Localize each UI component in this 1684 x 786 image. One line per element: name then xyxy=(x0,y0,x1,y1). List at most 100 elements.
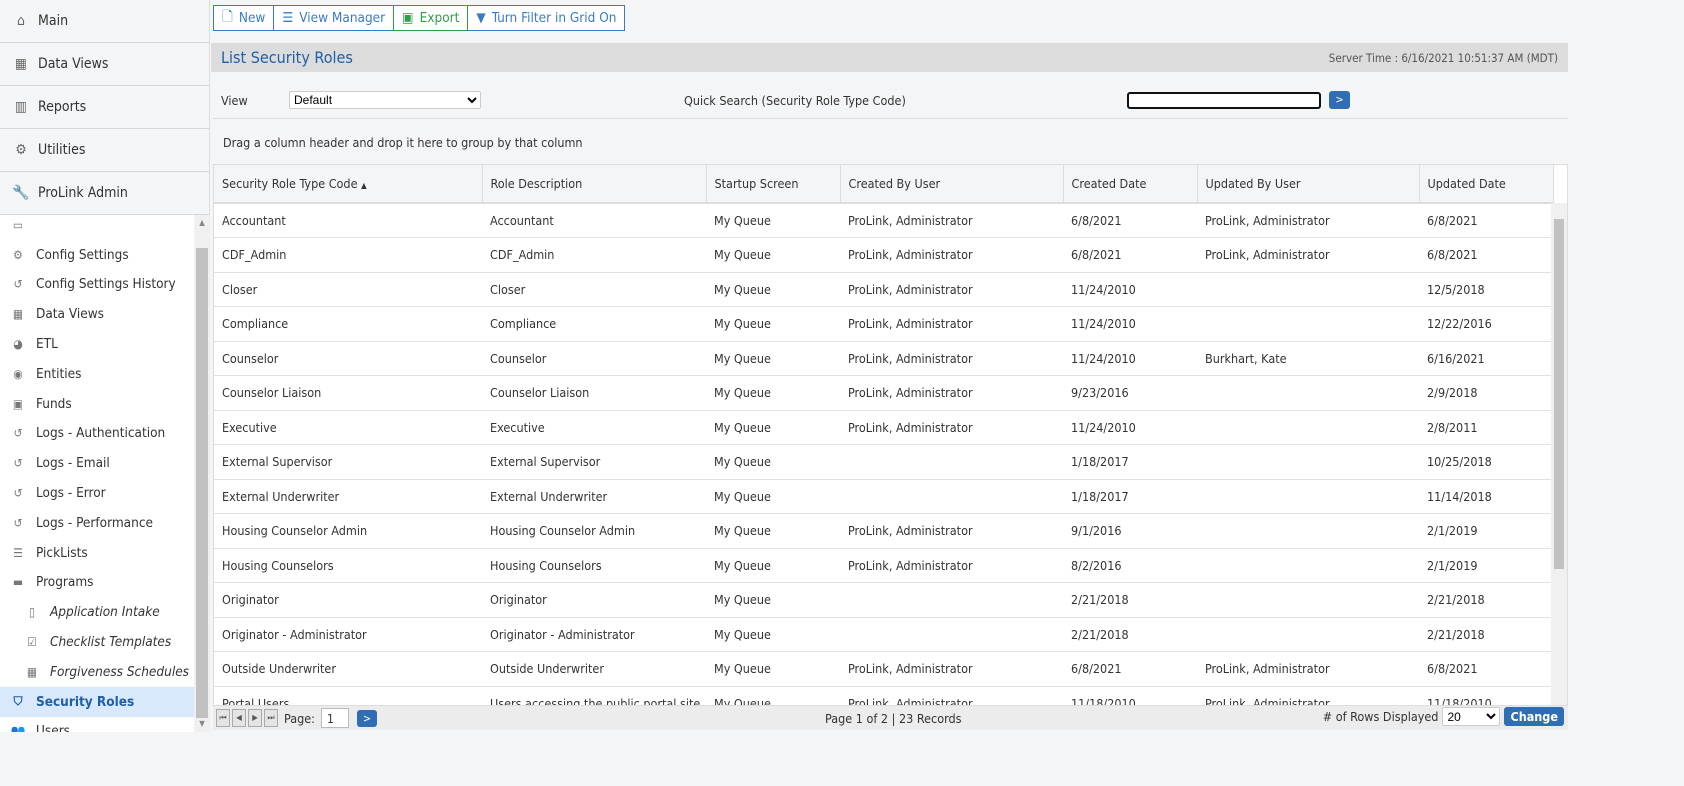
table-cell: 2/8/2011 xyxy=(1419,410,1553,445)
image-icon: ▭ xyxy=(12,217,24,232)
rows-select[interactable]: 20 xyxy=(1442,707,1501,726)
sidebar-item-item[interactable]: ▭ xyxy=(0,215,194,240)
grid-scrollbar[interactable] xyxy=(1551,203,1567,705)
table-cell: CDF_Admin xyxy=(482,237,706,273)
table-row[interactable]: Counselor Liaison Counselor Liaison My Que… xyxy=(214,375,1553,411)
table-cell: Housing Counselor Admin xyxy=(214,513,482,549)
gears-icon: ⚙ xyxy=(13,247,23,262)
sidebar-scrollbar[interactable]: ▲ ▼ xyxy=(194,215,210,732)
table-row[interactable]: Outside Underwriter Outside Underwriter My… xyxy=(214,651,1553,687)
column-header[interactable]: Updated Date xyxy=(1419,165,1554,204)
sidebar-item-funds[interactable]: ▣ Funds xyxy=(0,389,194,419)
view-manager-button[interactable]: ☰ View Manager xyxy=(273,5,395,31)
table-row[interactable]: Housing Counselor Admin Housing Counselor… xyxy=(214,513,1553,549)
scroll-thumb[interactable] xyxy=(196,248,208,718)
view-row: View Default Quick Search (Security Role… xyxy=(221,90,1561,110)
table-cell: 10/25/2018 xyxy=(1419,444,1553,480)
table-row[interactable]: External Underwriter External Underwriter… xyxy=(214,479,1553,514)
sidebar-item-etl[interactable]: ◕ ETL xyxy=(0,329,194,359)
column-header[interactable]: Updated By User xyxy=(1197,165,1420,204)
table-cell: My Queue xyxy=(706,444,840,480)
last-page-button[interactable]: ⏭ xyxy=(264,709,278,727)
page-go-button[interactable]: > xyxy=(356,709,377,727)
server-time: Server Time : 6/16/2021 10:51:37 AM (MDT… xyxy=(1328,50,1558,65)
sidebar-item-application-intake[interactable]: ▯ Application Intake xyxy=(0,597,194,627)
sidebar-item-security-roles[interactable]: ⛉ Security Roles xyxy=(0,686,194,717)
scroll-up-arrow[interactable]: ▲ xyxy=(194,215,210,231)
page-info: Page 1 of 2 | 23 Records xyxy=(825,711,962,726)
quick-search-go-button[interactable]: > xyxy=(1329,91,1350,109)
table-cell: 6/8/2021 xyxy=(1063,203,1197,238)
column-header[interactable]: Role Description xyxy=(482,165,707,204)
table-cell: External Underwriter xyxy=(214,479,482,514)
table-row[interactable]: Executive Executive My Queue ProLink, Admin… xyxy=(214,410,1553,445)
sidebar-item-programs[interactable]: ▬ Programs xyxy=(0,568,194,598)
nav-utilities[interactable]: ⚙ Utilities xyxy=(0,129,209,172)
page-title: List Security Roles xyxy=(221,48,353,67)
table-cell: ProLink, Administrator xyxy=(840,306,1063,342)
column-header[interactable]: Security Role Type Code ▲ xyxy=(214,165,483,204)
nav-prolink-admin[interactable]: 🔧 ProLink Admin xyxy=(0,172,209,215)
sidebar-item-logs---error[interactable]: ↺ Logs - Error xyxy=(0,478,194,508)
table-cell xyxy=(840,617,1063,652)
sidebar-item-picklists[interactable]: ☰ PickLists xyxy=(0,538,194,568)
table-row[interactable]: Accountant Accountant My Queue ProLink, Adm… xyxy=(214,203,1553,238)
column-header[interactable]: Created Date xyxy=(1063,165,1198,204)
table-row[interactable]: CDF_Admin CDF_Admin My Queue ProLink, Admin… xyxy=(214,237,1553,273)
table-cell: My Queue xyxy=(706,479,840,514)
sidebar-item-config-settings[interactable]: ⚙ Config Settings xyxy=(0,240,194,270)
home-icon: ⌂ xyxy=(17,13,25,29)
table-cell: ProLink, Administrator xyxy=(840,203,1063,238)
table-cell xyxy=(840,444,1063,480)
filter-toggle-button[interactable]: ▼ Turn Filter in Grid On xyxy=(467,5,626,31)
view-select[interactable]: Default xyxy=(289,91,481,109)
nav-reports[interactable]: ▥ Reports xyxy=(0,86,209,129)
sidebar-item-logs---performance[interactable]: ↺ Logs - Performance xyxy=(0,508,194,538)
table-row[interactable]: Originator Originator My Queue 2/21/2018 2/2… xyxy=(214,582,1553,618)
nav-data-views[interactable]: ▦ Data Views xyxy=(0,43,209,86)
table-row[interactable]: Housing Counselors Housing Counselors My Q… xyxy=(214,548,1553,583)
grid-scroll-thumb[interactable] xyxy=(1554,219,1564,569)
next-page-button[interactable]: ▶ xyxy=(248,709,262,727)
table-row[interactable]: Counselor Counselor My Queue ProLink, Admin… xyxy=(214,341,1553,376)
sidebar-item-config-settings-history[interactable]: ↺ Config Settings History xyxy=(0,270,194,300)
bar-chart-icon: ▥ xyxy=(15,99,27,115)
new-button[interactable]: 🗋 New xyxy=(213,5,275,31)
sidebar-item-logs---email[interactable]: ↺ Logs - Email xyxy=(0,448,194,478)
table-row[interactable]: Closer Closer My Queue ProLink, Administrat… xyxy=(214,272,1553,307)
group-drop-area[interactable]: Drag a column header and drop it here to… xyxy=(213,118,1568,164)
table-row[interactable]: External Supervisor External Supervisor My… xyxy=(214,444,1553,480)
rows-label: # of Rows Displayed xyxy=(1322,709,1439,724)
table-cell: Counselor xyxy=(214,341,482,376)
table-row[interactable]: Originator - Administrator Originator - A… xyxy=(214,617,1553,652)
filter-icon: ▼ xyxy=(476,10,486,26)
sidebar-item-checklist-templates[interactable]: ☑ Checklist Templates xyxy=(0,627,194,657)
prev-page-button[interactable]: ◀ xyxy=(232,709,246,727)
nav-main[interactable]: ⌂ Main xyxy=(0,0,209,43)
table-cell: My Queue xyxy=(706,375,840,411)
sidebar-item-entities[interactable]: ◉ Entities xyxy=(0,359,194,389)
table-row[interactable]: Compliance Compliance My Queue ProLink, Adm… xyxy=(214,306,1553,342)
table-cell: 6/8/2021 xyxy=(1063,651,1197,687)
table-cell xyxy=(1197,444,1419,480)
first-page-button[interactable]: ⏮ xyxy=(216,709,230,727)
sidebar-item-data-views[interactable]: ▦ Data Views xyxy=(0,299,194,329)
export-button[interactable]: ▣ Export xyxy=(393,5,469,31)
table-cell xyxy=(1197,617,1419,652)
table-cell: 12/22/2016 xyxy=(1419,306,1553,342)
scroll-down-arrow[interactable]: ▼ xyxy=(194,716,210,732)
table-cell: Users accessing the public portal site xyxy=(482,686,706,705)
sidebar-item-users[interactable]: 👥 Users xyxy=(0,717,194,732)
table-row[interactable]: Portal Users Users accessing the public p… xyxy=(214,686,1553,705)
page-input[interactable]: 1 xyxy=(320,708,349,728)
table-cell: My Queue xyxy=(706,306,840,342)
sidebar-item-forgiveness-schedules[interactable]: ▦ Forgiveness Schedules xyxy=(0,657,194,687)
sidebar-item-logs---authentication[interactable]: ↺ Logs - Authentication xyxy=(0,419,194,449)
quick-search-input[interactable] xyxy=(1127,92,1321,109)
table-cell: 11/14/2018 xyxy=(1419,479,1553,514)
column-header[interactable]: Created By User xyxy=(840,165,1064,204)
column-header[interactable]: Startup Screen xyxy=(706,165,841,204)
file-icon: ▯ xyxy=(29,605,35,620)
change-button[interactable]: Change xyxy=(1504,707,1564,726)
table-cell: Housing Counselors xyxy=(482,548,706,583)
